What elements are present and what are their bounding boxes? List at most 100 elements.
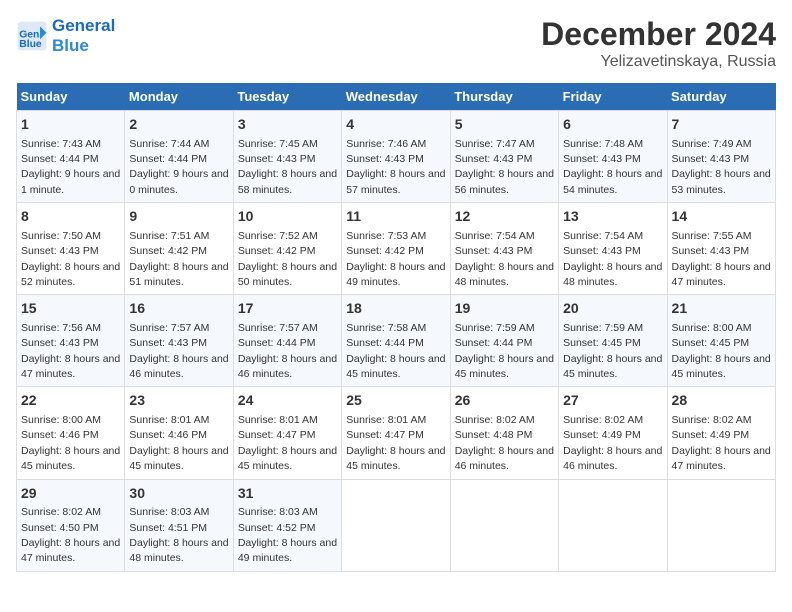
day-info: Sunrise: 7:52 AMSunset: 4:42 PMDaylight:… xyxy=(238,230,337,288)
weekday-header: Wednesday xyxy=(342,83,450,111)
day-number: 25 xyxy=(346,391,445,411)
weekday-header: Sunday xyxy=(17,83,125,111)
title-block: December 2024 Yelizavetinskaya, Russia xyxy=(541,16,776,71)
weekday-header: Thursday xyxy=(450,83,558,111)
page-header: Gen Blue General Blue December 2024 Yeli… xyxy=(16,16,776,71)
day-info: Sunrise: 7:48 AMSunset: 4:43 PMDaylight:… xyxy=(563,138,662,196)
calendar-day-cell: 16 Sunrise: 7:57 AMSunset: 4:43 PMDayligh… xyxy=(125,295,233,387)
day-info: Sunrise: 7:43 AMSunset: 4:44 PMDaylight:… xyxy=(21,138,120,196)
day-number: 27 xyxy=(563,391,662,411)
day-info: Sunrise: 7:46 AMSunset: 4:43 PMDaylight:… xyxy=(346,138,445,196)
logo-text: General Blue xyxy=(52,16,115,57)
day-number: 28 xyxy=(672,391,771,411)
day-number: 10 xyxy=(238,207,337,227)
weekday-header: Saturday xyxy=(667,83,775,111)
day-info: Sunrise: 8:00 AMSunset: 4:46 PMDaylight:… xyxy=(21,414,120,472)
day-number: 5 xyxy=(455,115,554,135)
day-number: 4 xyxy=(346,115,445,135)
calendar-day-cell: 6 Sunrise: 7:48 AMSunset: 4:43 PMDaylight… xyxy=(559,111,667,203)
day-info: Sunrise: 7:45 AMSunset: 4:43 PMDaylight:… xyxy=(238,138,337,196)
day-number: 17 xyxy=(238,299,337,319)
day-info: Sunrise: 8:01 AMSunset: 4:47 PMDaylight:… xyxy=(238,414,337,472)
calendar-day-cell: 18 Sunrise: 7:58 AMSunset: 4:44 PMDayligh… xyxy=(342,295,450,387)
day-info: Sunrise: 8:03 AMSunset: 4:51 PMDaylight:… xyxy=(129,506,228,564)
day-number: 15 xyxy=(21,299,120,319)
day-info: Sunrise: 8:01 AMSunset: 4:47 PMDaylight:… xyxy=(346,414,445,472)
calendar-day-cell: 21Sunrise: 8:00 AMSunset: 4:45 PMDayligh… xyxy=(667,295,775,387)
calendar-day-cell: 12 Sunrise: 7:54 AMSunset: 4:43 PMDayligh… xyxy=(450,203,558,295)
calendar-table: SundayMondayTuesdayWednesdayThursdayFrid… xyxy=(16,83,776,572)
calendar-day-cell: 5 Sunrise: 7:47 AMSunset: 4:43 PMDaylight… xyxy=(450,111,558,203)
day-info: Sunrise: 7:53 AMSunset: 4:42 PMDaylight:… xyxy=(346,230,445,288)
day-info: Sunrise: 7:58 AMSunset: 4:44 PMDaylight:… xyxy=(346,322,445,380)
calendar-day-cell: 23Sunrise: 8:01 AMSunset: 4:46 PMDayligh… xyxy=(125,387,233,479)
day-info: Sunrise: 8:02 AMSunset: 4:50 PMDaylight:… xyxy=(21,506,120,564)
day-info: Sunrise: 8:01 AMSunset: 4:46 PMDaylight:… xyxy=(129,414,228,472)
logo-line1: General xyxy=(52,16,115,36)
day-number: 26 xyxy=(455,391,554,411)
calendar-day-cell: 19 Sunrise: 7:59 AMSunset: 4:44 PMDayligh… xyxy=(450,295,558,387)
calendar-day-cell: 13 Sunrise: 7:54 AMSunset: 4:43 PMDayligh… xyxy=(559,203,667,295)
day-number: 13 xyxy=(563,207,662,227)
calendar-day-cell: 8Sunrise: 7:50 AMSunset: 4:43 PMDaylight… xyxy=(17,203,125,295)
calendar-day-cell: 29Sunrise: 8:02 AMSunset: 4:50 PMDayligh… xyxy=(17,479,125,571)
calendar-day-cell: 20 Sunrise: 7:59 AMSunset: 4:45 PMDayligh… xyxy=(559,295,667,387)
day-info: Sunrise: 7:54 AMSunset: 4:43 PMDaylight:… xyxy=(563,230,662,288)
calendar-day-cell: 26 Sunrise: 8:02 AMSunset: 4:48 PMDayligh… xyxy=(450,387,558,479)
calendar-week-row: 29Sunrise: 8:02 AMSunset: 4:50 PMDayligh… xyxy=(17,479,776,571)
day-info: Sunrise: 8:02 AMSunset: 4:49 PMDaylight:… xyxy=(563,414,662,472)
day-number: 20 xyxy=(563,299,662,319)
calendar-day-cell: 30Sunrise: 8:03 AMSunset: 4:51 PMDayligh… xyxy=(125,479,233,571)
day-info: Sunrise: 7:55 AMSunset: 4:43 PMDaylight:… xyxy=(672,230,771,288)
day-info: Sunrise: 7:56 AMSunset: 4:43 PMDaylight:… xyxy=(21,322,120,380)
day-number: 3 xyxy=(238,115,337,135)
weekday-header: Friday xyxy=(559,83,667,111)
day-info: Sunrise: 8:02 AMSunset: 4:48 PMDaylight:… xyxy=(455,414,554,472)
logo-line2: Blue xyxy=(52,36,115,56)
svg-text:Blue: Blue xyxy=(19,40,42,51)
calendar-day-cell: 14 Sunrise: 7:55 AMSunset: 4:43 PMDayligh… xyxy=(667,203,775,295)
day-info: Sunrise: 7:51 AMSunset: 4:42 PMDaylight:… xyxy=(129,230,228,288)
calendar-week-row: 22 Sunrise: 8:00 AMSunset: 4:46 PMDayligh… xyxy=(17,387,776,479)
day-number: 8 xyxy=(21,207,120,227)
logo-icon: Gen Blue xyxy=(16,20,48,52)
calendar-day-cell xyxy=(559,479,667,571)
day-number: 31 xyxy=(238,484,337,504)
calendar-day-cell: 7Sunrise: 7:49 AMSunset: 4:43 PMDaylight… xyxy=(667,111,775,203)
day-info: Sunrise: 7:49 AMSunset: 4:43 PMDaylight:… xyxy=(672,138,771,196)
day-info: Sunrise: 7:59 AMSunset: 4:44 PMDaylight:… xyxy=(455,322,554,380)
calendar-day-cell: 10 Sunrise: 7:52 AMSunset: 4:42 PMDayligh… xyxy=(233,203,341,295)
calendar-day-cell xyxy=(342,479,450,571)
day-number: 16 xyxy=(129,299,228,319)
calendar-day-cell: 27 Sunrise: 8:02 AMSunset: 4:49 PMDayligh… xyxy=(559,387,667,479)
calendar-week-row: 1Sunrise: 7:43 AMSunset: 4:44 PMDaylight… xyxy=(17,111,776,203)
day-info: Sunrise: 8:00 AMSunset: 4:45 PMDaylight:… xyxy=(672,322,771,380)
calendar-day-cell xyxy=(667,479,775,571)
day-number: 18 xyxy=(346,299,445,319)
calendar-day-cell xyxy=(450,479,558,571)
day-number: 22 xyxy=(21,391,120,411)
day-info: Sunrise: 7:59 AMSunset: 4:45 PMDaylight:… xyxy=(563,322,662,380)
day-number: 11 xyxy=(346,207,445,227)
day-info: Sunrise: 8:02 AMSunset: 4:49 PMDaylight:… xyxy=(672,414,771,472)
weekday-header: Tuesday xyxy=(233,83,341,111)
calendar-day-cell: 2Sunrise: 7:44 AMSunset: 4:44 PMDaylight… xyxy=(125,111,233,203)
logo: Gen Blue General Blue xyxy=(16,16,115,57)
location-title: Yelizavetinskaya, Russia xyxy=(541,53,776,71)
day-info: Sunrise: 7:44 AMSunset: 4:44 PMDaylight:… xyxy=(129,138,228,196)
day-info: Sunrise: 7:57 AMSunset: 4:43 PMDaylight:… xyxy=(129,322,228,380)
day-number: 6 xyxy=(563,115,662,135)
calendar-day-cell: 31Sunrise: 8:03 AMSunset: 4:52 PMDayligh… xyxy=(233,479,341,571)
day-info: Sunrise: 7:54 AMSunset: 4:43 PMDaylight:… xyxy=(455,230,554,288)
calendar-day-cell: 4 Sunrise: 7:46 AMSunset: 4:43 PMDaylight… xyxy=(342,111,450,203)
calendar-day-cell: 9 Sunrise: 7:51 AMSunset: 4:42 PMDaylight… xyxy=(125,203,233,295)
calendar-week-row: 8Sunrise: 7:50 AMSunset: 4:43 PMDaylight… xyxy=(17,203,776,295)
calendar-day-cell: 25 Sunrise: 8:01 AMSunset: 4:47 PMDayligh… xyxy=(342,387,450,479)
day-number: 12 xyxy=(455,207,554,227)
day-info: Sunrise: 7:47 AMSunset: 4:43 PMDaylight:… xyxy=(455,138,554,196)
day-number: 19 xyxy=(455,299,554,319)
day-number: 9 xyxy=(129,207,228,227)
calendar-day-cell: 22 Sunrise: 8:00 AMSunset: 4:46 PMDayligh… xyxy=(17,387,125,479)
calendar-day-cell: 17Sunrise: 7:57 AMSunset: 4:44 PMDayligh… xyxy=(233,295,341,387)
day-number: 14 xyxy=(672,207,771,227)
